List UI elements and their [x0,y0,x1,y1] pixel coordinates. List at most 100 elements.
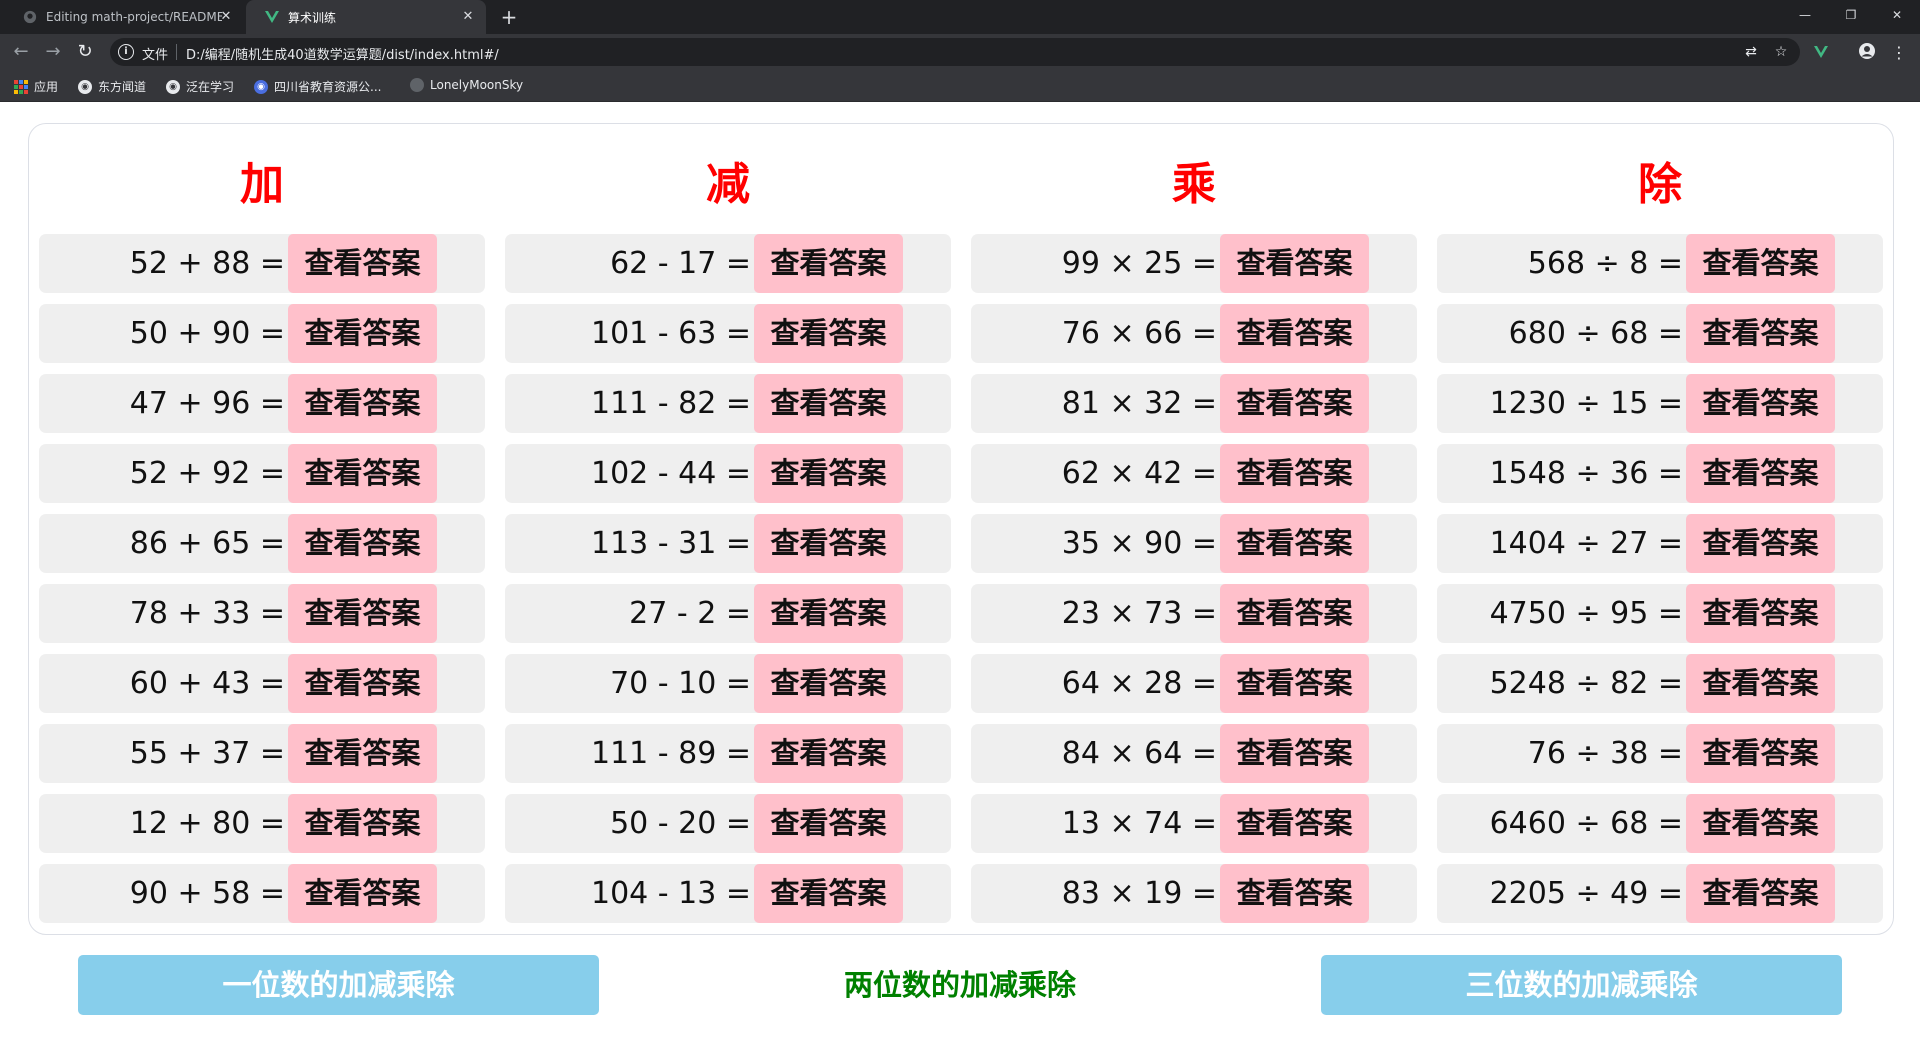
show-answer-button[interactable]: 查看答案 [754,654,903,713]
address-bar[interactable]: i 文件 D:/编程/随机生成40道数学运算题/dist/index.html#… [110,38,1800,66]
problem-expression: 111 - 82 = [590,386,751,421]
reload-icon[interactable]: ↻ [74,41,96,63]
show-answer-button[interactable]: 查看答案 [1686,444,1835,503]
problem-expression: 86 + 65 = [129,526,285,561]
show-answer-button[interactable]: 查看答案 [288,444,437,503]
problem-expression: 1404 ÷ 27 = [1489,526,1683,561]
two-digit-button[interactable]: 两位数的加减乘除 [620,955,1300,1015]
show-answer-button[interactable]: 查看答案 [754,444,903,503]
show-answer-button[interactable]: 查看答案 [754,864,903,923]
problem-expression: 60 + 43 = [129,666,285,701]
vue-icon [264,9,280,25]
problem-row: 113 - 31 = 查看答案 [505,514,951,573]
close-tab-icon[interactable]: ✕ [460,9,476,25]
show-answer-button[interactable]: 查看答案 [1686,864,1835,923]
show-answer-button[interactable]: 查看答案 [288,584,437,643]
column-title: 减 [706,159,750,210]
forward-icon[interactable]: → [42,41,64,63]
show-answer-button[interactable]: 查看答案 [754,304,903,363]
show-answer-button[interactable]: 查看答案 [288,304,437,363]
translate-icon[interactable]: ⇄ [1742,43,1760,61]
url-text[interactable]: D:/编程/随机生成40道数学运算题/dist/index.html#/ [186,44,499,63]
bookmark-item[interactable]: ◉ 四川省教育资源公... [254,78,381,95]
bookmark-apps[interactable]: 应用 [14,78,58,95]
show-answer-button[interactable]: 查看答案 [1220,864,1369,923]
bookmark-label: 四川省教育资源公... [274,80,382,94]
show-answer-button[interactable]: 查看答案 [1686,794,1835,853]
operation-column: 乘 99 × 25 = 查看答案 76 × 66 = 查看答案 81 × 32 = 查看答案… [971,124,1417,923]
problem-row: 6460 ÷ 68 = 查看答案 [1437,794,1883,853]
problem-expression: 1548 ÷ 36 = [1489,456,1683,491]
problem-expression: 12 + 80 = [129,806,285,841]
show-answer-button[interactable]: 查看答案 [754,514,903,573]
tab-math-training[interactable]: 算术训练 ✕ [246,0,486,34]
one-digit-button[interactable]: 一位数的加减乘除 [78,955,599,1015]
show-answer-button[interactable]: 查看答案 [288,374,437,433]
problem-row: 27 - 2 = 查看答案 [505,584,951,643]
problem-row: 13 × 74 = 查看答案 [971,794,1417,853]
globe-icon: ◉ [254,79,268,94]
new-tab-button[interactable]: + [498,6,520,28]
problem-expression: 35 × 90 = [1061,526,1217,561]
profile-icon[interactable] [1856,42,1878,64]
show-answer-button[interactable]: 查看答案 [1220,654,1369,713]
show-answer-button[interactable]: 查看答案 [1686,304,1835,363]
tab-readme[interactable]: Editing math-project/README.md ✕ [4,0,244,34]
show-answer-button[interactable]: 查看答案 [754,234,903,293]
star-icon[interactable]: ☆ [1772,43,1790,61]
show-answer-button[interactable]: 查看答案 [754,724,903,783]
problem-row: 50 + 90 = 查看答案 [39,304,485,363]
info-icon[interactable]: i [118,44,134,60]
show-answer-button[interactable]: 查看答案 [288,234,437,293]
bookmark-item[interactable]: ◉ 东方闻道 [78,78,146,95]
problem-row: 76 ÷ 38 = 查看答案 [1437,724,1883,783]
close-tab-icon[interactable]: ✕ [218,9,234,25]
show-answer-button[interactable]: 查看答案 [1220,234,1369,293]
problem-row: 52 + 88 = 查看答案 [39,234,485,293]
show-answer-button[interactable]: 查看答案 [1220,724,1369,783]
problem-row: 62 × 42 = 查看答案 [971,444,1417,503]
problem-row: 78 + 33 = 查看答案 [39,584,485,643]
problem-row: 1548 ÷ 36 = 查看答案 [1437,444,1883,503]
scheme-label: 文件 [142,48,169,63]
problem-row: 111 - 89 = 查看答案 [505,724,951,783]
show-answer-button[interactable]: 查看答案 [1220,374,1369,433]
show-answer-button[interactable]: 查看答案 [288,794,437,853]
apps-icon [14,79,28,94]
show-answer-button[interactable]: 查看答案 [1220,794,1369,853]
show-answer-button[interactable]: 查看答案 [1686,724,1835,783]
show-answer-button[interactable]: 查看答案 [1220,584,1369,643]
show-answer-button[interactable]: 查看答案 [1686,374,1835,433]
bookmark-item[interactable]: LonelyMoonSky [410,78,523,92]
show-answer-button[interactable]: 查看答案 [754,794,903,853]
window-close-icon[interactable]: ✕ [1874,0,1920,30]
show-answer-button[interactable]: 查看答案 [288,724,437,783]
menu-icon[interactable]: ⋮ [1888,42,1910,64]
problem-expression: 64 × 28 = [1061,666,1217,701]
show-answer-button[interactable]: 查看答案 [288,514,437,573]
show-answer-button[interactable]: 查看答案 [1220,444,1369,503]
show-answer-button[interactable]: 查看答案 [1686,584,1835,643]
problem-expression: 99 × 25 = [1061,246,1217,281]
show-answer-button[interactable]: 查看答案 [754,584,903,643]
show-answer-button[interactable]: 查看答案 [1220,304,1369,363]
show-answer-button[interactable]: 查看答案 [288,654,437,713]
bookmark-item[interactable]: ◉ 泛在学习 [166,78,234,95]
show-answer-button[interactable]: 查看答案 [1686,514,1835,573]
problem-row: 52 + 92 = 查看答案 [39,444,485,503]
show-answer-button[interactable]: 查看答案 [1220,514,1369,573]
restore-icon[interactable]: ❐ [1828,0,1874,30]
minimize-icon[interactable]: — [1782,0,1828,30]
show-answer-button[interactable]: 查看答案 [1686,654,1835,713]
show-answer-button[interactable]: 查看答案 [754,374,903,433]
problem-expression: 84 × 64 = [1061,736,1217,771]
problem-row: 62 - 17 = 查看答案 [505,234,951,293]
vue-devtools-icon[interactable] [1810,42,1832,64]
problem-expression: 6460 ÷ 68 = [1489,806,1683,841]
show-answer-button[interactable]: 查看答案 [1686,234,1835,293]
problem-row: 111 - 82 = 查看答案 [505,374,951,433]
back-icon[interactable]: ← [10,41,32,63]
problem-row: 102 - 44 = 查看答案 [505,444,951,503]
three-digit-button[interactable]: 三位数的加减乘除 [1321,955,1842,1015]
show-answer-button[interactable]: 查看答案 [288,864,437,923]
